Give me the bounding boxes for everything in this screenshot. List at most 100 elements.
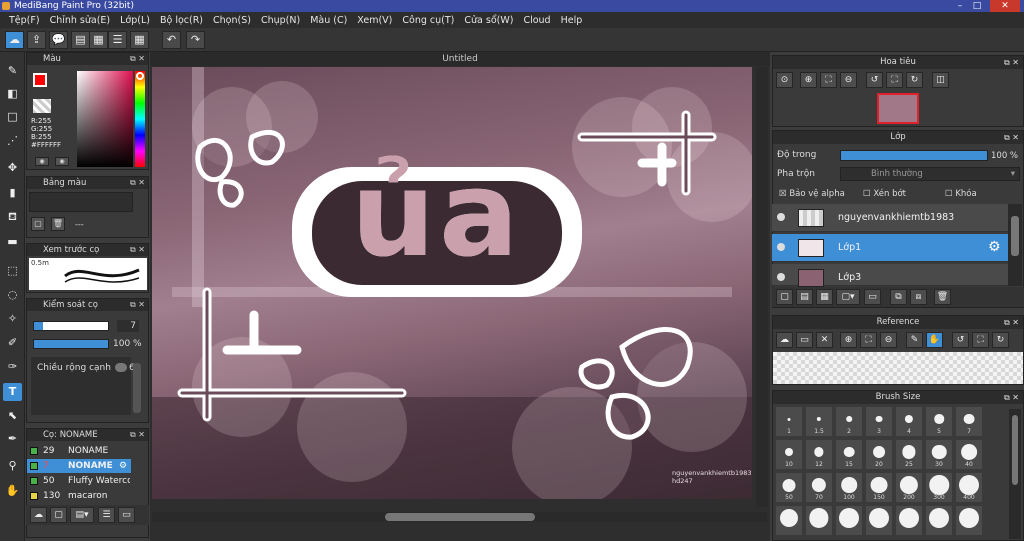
hand-tool-icon[interactable]: ✋ <box>3 482 22 500</box>
ref-zoom-out-icon[interactable]: ⊖ <box>880 332 897 348</box>
panel-window-icons[interactable]: ⧉ ✕ <box>1004 316 1019 329</box>
brush-opacity-slider[interactable] <box>33 339 109 349</box>
ref-cloud-icon[interactable]: ☁ <box>776 332 793 348</box>
menu-help[interactable]: Help <box>556 15 588 26</box>
ref-open-icon[interactable]: ▭ <box>796 332 813 348</box>
select-pen-tool-icon[interactable]: ✐ <box>3 334 22 352</box>
brush-size-option[interactable] <box>925 505 953 536</box>
layer-opacity-slider[interactable] <box>840 150 988 161</box>
menu-edit[interactable]: Chỉnh sửa(E) <box>45 15 116 26</box>
menu-view[interactable]: Xem(V) <box>352 15 397 26</box>
color-saturation-field[interactable] <box>77 71 133 167</box>
brush-size-option[interactable]: 5 <box>925 406 953 437</box>
brush-size-option[interactable]: 150 <box>865 472 893 503</box>
navigator-thumbnail[interactable] <box>877 93 919 124</box>
minimize-button[interactable]: – <box>951 0 969 12</box>
brush-add-menu-icon[interactable]: ▤▾ <box>70 507 94 523</box>
ref-zoom-in-icon[interactable]: ⊕ <box>840 332 857 348</box>
panel-window-icons[interactable]: ⧉ ✕ <box>130 429 145 441</box>
edge-width-toggle[interactable] <box>115 363 127 372</box>
layer-add-menu-icon[interactable]: ▢▾ <box>836 289 860 305</box>
menu-snap[interactable]: Chụp(N) <box>256 15 305 26</box>
clipping-checkbox[interactable]: ☐ Xén bớt <box>863 189 906 199</box>
brush-size-option[interactable]: 1.5 <box>805 406 833 437</box>
comment-icon[interactable]: 💬 <box>49 31 68 49</box>
menu-layer[interactable]: Lớp(L) <box>115 15 155 26</box>
nav-flip-icon[interactable]: ◫ <box>932 72 949 88</box>
layer-row[interactable]: nguyenvankhiemtb1983 <box>772 204 1008 232</box>
panel-window-icons[interactable]: ⧉ ✕ <box>130 244 145 256</box>
brush-size-option[interactable] <box>955 505 983 536</box>
brush-menu-icon[interactable]: ☰ <box>98 507 115 523</box>
layer-settings-gear-icon[interactable]: ⚙ <box>988 239 1001 255</box>
panel-window-icons[interactable]: ⧉ ✕ <box>130 177 145 189</box>
bucket-tool-icon[interactable]: ⛾ <box>3 208 22 226</box>
panel-window-icons[interactable]: ⧉ ✕ <box>1004 391 1019 404</box>
cloud-sync-icon[interactable]: ☁ <box>5 31 24 49</box>
nav-rotate-right-icon[interactable]: ↻ <box>906 72 923 88</box>
panel-window-icons[interactable]: ⧉ ✕ <box>1004 131 1019 144</box>
magic-wand-tool-icon[interactable]: ✧ <box>3 310 22 328</box>
fill-tool-icon[interactable]: ▮ <box>3 184 22 202</box>
text-tool-icon[interactable]: T <box>3 383 22 401</box>
brush-tool-icon[interactable]: ✎ <box>3 62 22 80</box>
menu-tools[interactable]: Công cụ(T) <box>397 15 459 26</box>
layer-row[interactable]: Lớp3 <box>772 264 1008 287</box>
gradient-tool-icon[interactable]: ▬ <box>3 233 22 251</box>
brush-settings-gear-icon[interactable]: ⚙ <box>119 459 127 473</box>
lasso-tool-icon[interactable]: ◌ <box>3 286 22 304</box>
nav-zoom-in-icon[interactable]: ⊕ <box>800 72 817 88</box>
panel-window-icons[interactable]: ⧉ ✕ <box>130 53 145 65</box>
brush-size-option[interactable]: 2 <box>835 406 863 437</box>
menu-file[interactable]: Tệp(F) <box>4 15 45 26</box>
brush-size-option[interactable]: 7 <box>955 406 983 437</box>
brush-size-slider[interactable] <box>33 321 109 331</box>
panel-window-icons[interactable]: ⧉ ✕ <box>1004 56 1019 69</box>
menu-select[interactable]: Chọn(S) <box>208 15 256 26</box>
eraser-tool-icon[interactable]: ◧ <box>3 85 22 103</box>
rectangle-tool-icon[interactable]: □ <box>3 108 22 126</box>
duplicate-layer-icon[interactable]: ⧉ <box>890 289 907 305</box>
new-brush-icon[interactable]: ▢ <box>50 507 67 523</box>
transparent-swatch[interactable] <box>33 99 51 113</box>
canvas-vertical-scrollbar[interactable] <box>756 67 768 507</box>
color-eyedrop-button[interactable]: ◉ <box>55 157 69 166</box>
brush-control-scrollbar[interactable] <box>133 363 141 413</box>
canvas-scroll-thumb[interactable] <box>385 513 535 521</box>
protect-alpha-checkbox[interactable]: ☒ Bảo vệ alpha <box>779 189 845 199</box>
brush-size-option[interactable]: 10 <box>775 439 803 470</box>
brush-size-option[interactable]: 30 <box>925 439 953 470</box>
maximize-button[interactable]: □ <box>968 0 986 12</box>
hue-slider-handle[interactable] <box>136 72 144 80</box>
ref-close-icon[interactable]: ✕ <box>816 332 833 348</box>
brush-size-option[interactable] <box>865 505 893 536</box>
operation-tool-icon[interactable]: ⬉ <box>3 407 22 425</box>
select-tool-icon[interactable]: ⬚ <box>3 262 22 280</box>
nav-reset-icon[interactable]: ⛶ <box>886 72 903 88</box>
visibility-eye-icon[interactable] <box>777 213 785 221</box>
brush-size-option[interactable]: 15 <box>835 439 863 470</box>
page-icon[interactable]: ▦ <box>89 31 108 49</box>
list-icon[interactable]: ☰ <box>108 31 127 49</box>
document-tab[interactable]: Untitled <box>150 52 770 66</box>
panel-icon[interactable]: ▤ <box>71 31 90 49</box>
ref-fit-icon[interactable]: ⛶ <box>860 332 877 348</box>
visibility-eye-icon[interactable] <box>777 243 785 251</box>
brush-size-value[interactable]: 7 <box>117 320 139 332</box>
brush-size-option[interactable]: 4 <box>895 406 923 437</box>
move-tool-icon[interactable]: ✥ <box>3 159 22 177</box>
brush-item[interactable]: 130 macaron <box>27 489 131 503</box>
blur-tool-icon[interactable]: ✒ <box>3 430 22 448</box>
brush-size-option[interactable] <box>895 505 923 536</box>
brush-item[interactable]: 50 Fluffy Watercolor <box>27 474 131 488</box>
nav-rotate-left-icon[interactable]: ↺ <box>866 72 883 88</box>
ref-rotate-right-icon[interactable]: ↻ <box>992 332 1009 348</box>
brush-size-scrollbar[interactable] <box>1009 409 1021 539</box>
layer-list-scrollbar[interactable] <box>1008 204 1022 286</box>
ref-hand-icon[interactable]: ✋ <box>926 332 943 348</box>
new-layer-icon[interactable]: ▢ <box>776 289 793 305</box>
menu-window[interactable]: Cửa sổ(W) <box>459 15 518 26</box>
close-window-button[interactable]: ✕ <box>990 0 1020 12</box>
nav-zoom-fit-icon[interactable]: ⊙ <box>776 72 793 88</box>
brush-item-selected[interactable]: 7 NONAME ⚙ <box>27 459 131 473</box>
